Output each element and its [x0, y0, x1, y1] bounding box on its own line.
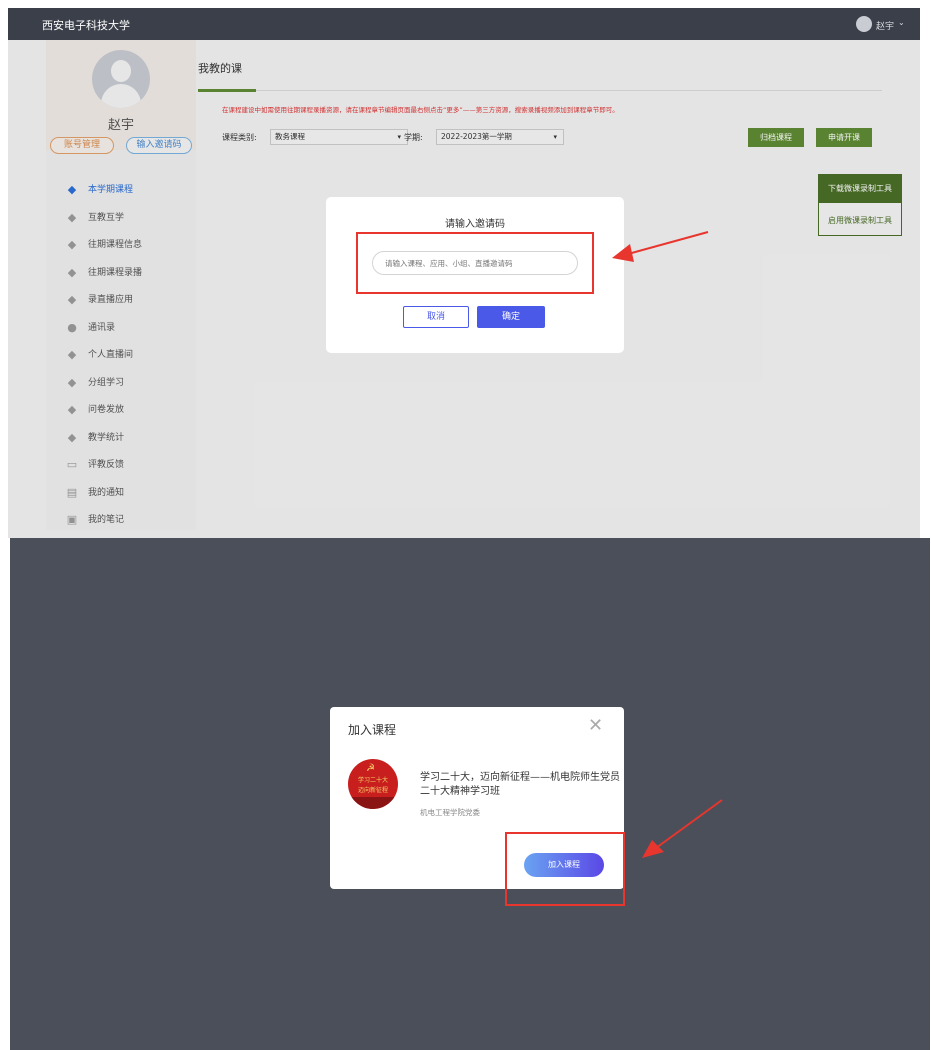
join-dialog-title: 加入课程 [348, 723, 397, 737]
join-course-button[interactable]: 加入课程 [524, 853, 604, 877]
cancel-button[interactable]: 取消 [403, 306, 469, 328]
course-logo: ☭ 学习二十大 迈向新征程 [348, 759, 398, 809]
invite-dialog-title: 请输入邀请码 [445, 219, 505, 230]
confirm-button[interactable]: 确定 [477, 306, 545, 328]
close-icon[interactable]: ✕ [588, 715, 603, 736]
course-org: 机电工程学院党委 [420, 808, 480, 817]
chevron-down-icon[interactable]: ⌄ [898, 18, 905, 27]
user-avatar-small[interactable] [856, 16, 872, 32]
user-name-menu[interactable]: 赵宇 [876, 19, 894, 32]
invite-code-input[interactable] [372, 251, 578, 275]
top-navbar: 西安电子科技大学 赵宇 ⌄ [8, 8, 920, 40]
course-name: 学习二十大，迈向新征程——机电院师生党员二十大精神学习班 [420, 772, 620, 797]
party-emblem-icon: ☭ [366, 763, 375, 774]
university-name: 西安电子科技大学 [42, 19, 130, 32]
